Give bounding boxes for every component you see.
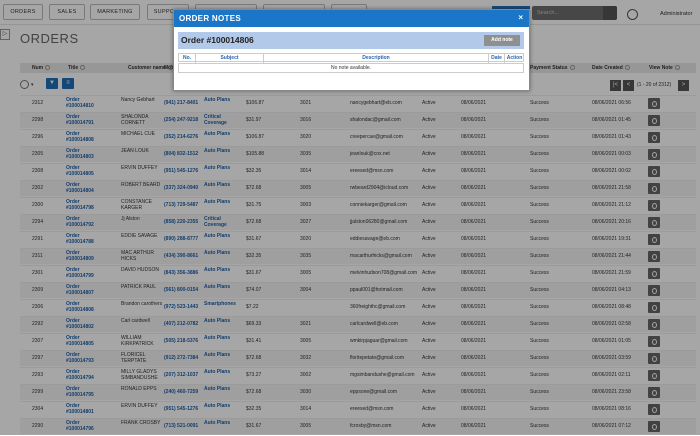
notes-col-subject: Subject — [196, 54, 264, 63]
order-title: Order #100014806 — [181, 35, 254, 45]
notes-col-description: Description — [264, 54, 489, 63]
notes-table-header: No. Subject Description Date Action — [178, 53, 524, 63]
add-note-button[interactable]: Add note — [484, 35, 520, 46]
notes-col-no: No. — [179, 54, 196, 63]
notes-col-action: Action — [506, 55, 523, 61]
notes-empty-message: No note available. — [178, 63, 524, 73]
modal-header: ORDER NOTES × — [174, 10, 529, 27]
order-notes-modal: ORDER NOTES × Order #100014806 Add note … — [173, 9, 530, 91]
close-icon[interactable]: × — [518, 11, 523, 25]
order-bar: Order #100014806 Add note — [178, 32, 524, 49]
modal-title: ORDER NOTES — [179, 14, 241, 23]
notes-col-date: Date — [489, 54, 505, 63]
